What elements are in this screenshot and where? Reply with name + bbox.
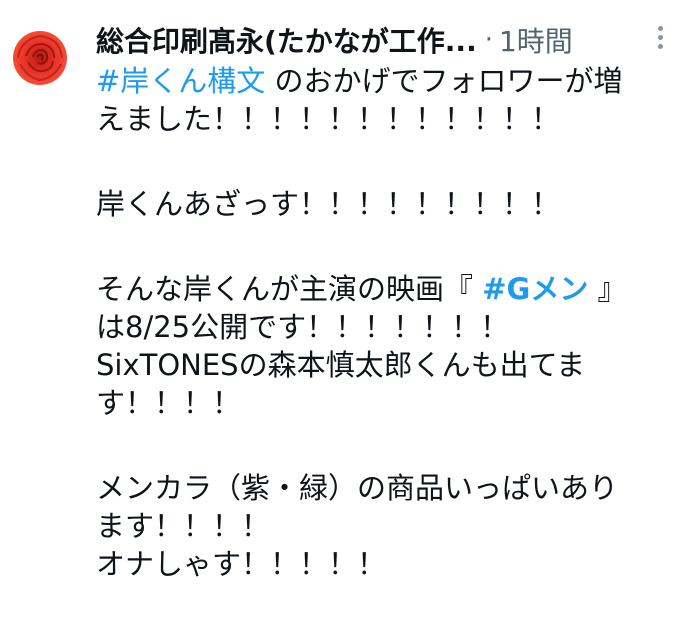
tweet-header: 総合印刷髙永(たかなが工作... · 1時間 <box>96 18 666 62</box>
tweet-text: #岸くん構文 のおかげでフォロワーが増 えました！！！！！！！！！！！！ 岸くん… <box>96 62 670 583</box>
tweet-line-1: #岸くん構文 のおかげでフォロワーが増 <box>96 62 670 100</box>
hashtag-link-g-men[interactable]: #Gメン <box>482 272 588 306</box>
tweet-line-6-after: 』 <box>588 272 627 306</box>
tweet-line-4: 岸くんあざっす！！！！！！！！！ <box>96 187 561 221</box>
tweet-line-12: ます！！！！ <box>96 509 271 543</box>
tweet[interactable]: 総合印刷髙永(たかなが工作... · 1時間 #岸くん構文 のおかげでフォロワー… <box>0 0 677 630</box>
tweet-timestamp[interactable]: 1時間 <box>499 20 573 60</box>
tweet-line-9: す！！！！ <box>96 386 242 420</box>
tweet-line-7: は8/25公開です！！！！！！！ <box>96 310 510 344</box>
tweet-line-8: SixTONESの森本慎太郎くんも出てま <box>96 348 586 382</box>
tweet-line-1-text: のおかげでフォロワーが増 <box>265 64 623 98</box>
tweet-line-2: えました！！！！！！！！！！！！ <box>96 102 561 136</box>
tweet-line-6: そんな岸くんが主演の映画『 #Gメン 』 <box>96 270 670 308</box>
hashtag-link-kishikun-koubun[interactable]: #岸くん構文 <box>96 64 265 98</box>
author-display-name[interactable]: 総合印刷髙永(たかなが工作... <box>96 20 477 60</box>
tweet-line-6-before: そんな岸くんが主演の映画『 <box>96 272 483 306</box>
header-separator: · <box>484 25 493 55</box>
tweet-line-11: メンカラ（紫・緑）の商品いっぱいあり <box>96 471 619 505</box>
red-rose-avatar-icon <box>10 28 70 88</box>
tweet-line-13: オナしゃす！！！！！ <box>96 547 387 581</box>
avatar[interactable] <box>10 28 70 88</box>
more-options-icon[interactable] <box>655 26 665 52</box>
